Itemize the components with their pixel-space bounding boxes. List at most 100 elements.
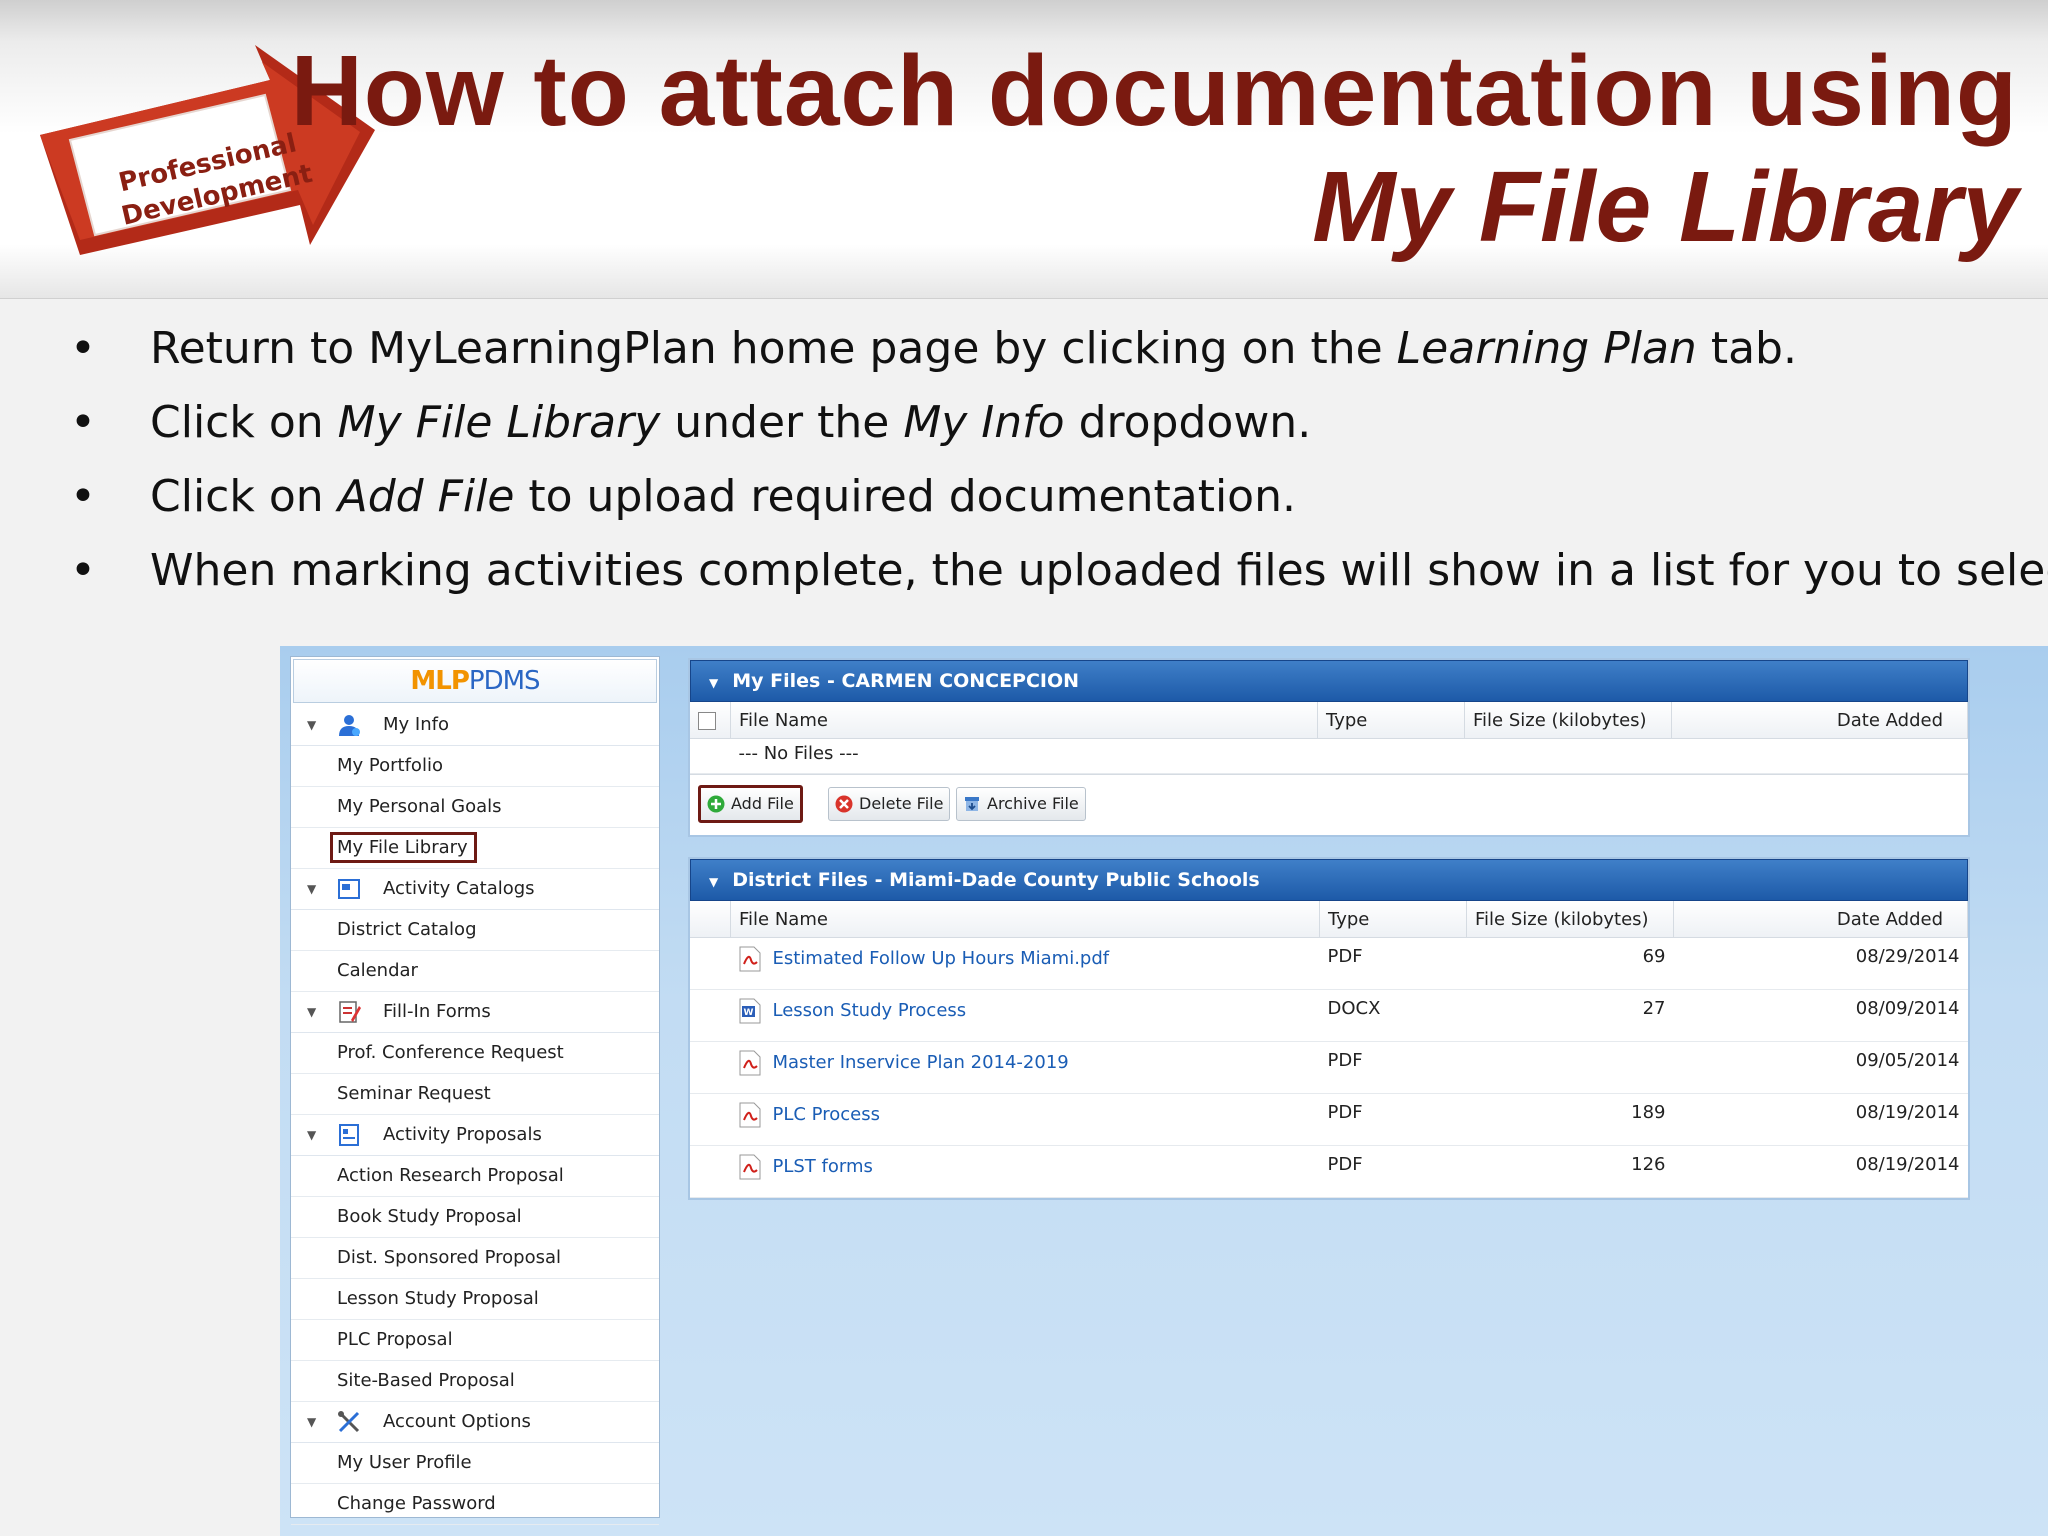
column-header-file-name[interactable]: File Name bbox=[730, 702, 1318, 739]
pdf-icon bbox=[739, 1050, 760, 1076]
nav-group-my-info[interactable]: ▼ My Info bbox=[291, 705, 659, 746]
table-row: W Lesson Study Process DOCX 27 08/09/2014 bbox=[690, 989, 1968, 1042]
archive-file-button[interactable]: Archive File bbox=[956, 787, 1086, 821]
add-icon bbox=[707, 795, 725, 813]
date-added-cell: 08/29/2014 bbox=[1673, 937, 1968, 990]
bullet-dot: • bbox=[70, 397, 96, 448]
bullet-dot: • bbox=[70, 471, 96, 522]
file-name-cell: W Lesson Study Process bbox=[730, 989, 1320, 1042]
expand-triangle-icon: ▼ bbox=[307, 718, 317, 732]
column-header-date-added[interactable]: Date Added bbox=[1671, 702, 1968, 739]
nav-group-activity-proposals[interactable]: ▼ Activity Proposals bbox=[291, 1115, 659, 1156]
file-name-cell: Master Inservice Plan 2014-2019 bbox=[730, 1041, 1320, 1094]
sidebar-item-book-study-proposal[interactable]: Book Study Proposal bbox=[291, 1197, 659, 1238]
file-link[interactable]: Lesson Study Process bbox=[773, 1000, 967, 1021]
district-files-table: File Name Type File Size (kilobytes) Dat… bbox=[690, 901, 1968, 1198]
file-link[interactable]: Master Inservice Plan 2014-2019 bbox=[773, 1052, 1069, 1073]
file-link[interactable]: Estimated Follow Up Hours Miami.pdf bbox=[773, 948, 1110, 969]
instruction-item: • Click on Add File to upload required do… bbox=[60, 466, 2020, 540]
file-size-cell: 189 bbox=[1466, 1093, 1674, 1146]
sidebar-item-my-user-profile[interactable]: My User Profile bbox=[291, 1443, 659, 1484]
file-type-cell: PDF bbox=[1319, 1145, 1467, 1198]
date-added-cell: 08/19/2014 bbox=[1673, 1145, 1968, 1198]
proposal-icon bbox=[339, 1124, 359, 1146]
file-size-cell bbox=[1466, 1041, 1674, 1094]
pdf-icon bbox=[739, 1154, 760, 1180]
pdf-icon bbox=[739, 946, 760, 972]
spacer-header bbox=[690, 901, 731, 938]
column-header-file-size[interactable]: File Size (kilobytes) bbox=[1466, 901, 1674, 938]
add-file-button[interactable]: Add File bbox=[698, 785, 803, 823]
select-all-header bbox=[690, 702, 731, 739]
sidebar-item-change-password[interactable]: Change Password bbox=[291, 1484, 659, 1525]
column-header-file-name[interactable]: File Name bbox=[730, 901, 1320, 938]
expand-triangle-icon: ▼ bbox=[307, 1415, 317, 1429]
sidebar-item-prof-conference-request[interactable]: Prof. Conference Request bbox=[291, 1033, 659, 1074]
sidebar-item-action-research-proposal[interactable]: Action Research Proposal bbox=[291, 1156, 659, 1197]
sidebar-item-seminar-request[interactable]: Seminar Request bbox=[291, 1074, 659, 1115]
instruction-item: • When marking activities complete, the u… bbox=[60, 540, 2048, 614]
delete-icon bbox=[835, 795, 853, 813]
column-header-file-size[interactable]: File Size (kilobytes) bbox=[1464, 702, 1672, 739]
nav-group-fill-in-forms[interactable]: ▼ Fill-In Forms bbox=[291, 992, 659, 1033]
sidebar-item-dist-sponsored-proposal[interactable]: Dist. Sponsored Proposal bbox=[291, 1238, 659, 1279]
slide-header: Professional Development How to attach d… bbox=[0, 0, 2048, 299]
column-header-type[interactable]: Type bbox=[1319, 901, 1467, 938]
date-added-cell: 08/19/2014 bbox=[1673, 1093, 1968, 1146]
table-row: Estimated Follow Up Hours Miami.pdf PDF … bbox=[690, 937, 1968, 990]
file-type-cell: PDF bbox=[1319, 1041, 1467, 1094]
instruction-list: • Return to MyLearningPlan home page by c… bbox=[60, 318, 2048, 614]
sidebar-item-my-file-library[interactable]: My File Library bbox=[291, 828, 659, 869]
sidebar-item-calendar[interactable]: Calendar bbox=[291, 951, 659, 992]
sidebar-item-my-personal-goals[interactable]: My Personal Goals bbox=[291, 787, 659, 828]
mlp-app-screenshot: MLPPDMS ▼ My Info My Portfolio My Person… bbox=[280, 646, 2048, 1536]
date-added-cell: 08/09/2014 bbox=[1673, 989, 1968, 1042]
file-link[interactable]: PLST forms bbox=[773, 1156, 873, 1177]
mlp-pdms-logo: MLPPDMS bbox=[293, 659, 657, 703]
archive-icon bbox=[965, 797, 979, 811]
file-actions-toolbar: Add File Delete File Archive File bbox=[690, 774, 1968, 835]
user-icon bbox=[339, 715, 360, 736]
no-files-message: --- No Files --- bbox=[730, 738, 1968, 774]
file-type-cell: PDF bbox=[1319, 937, 1467, 990]
delete-file-button[interactable]: Delete File bbox=[828, 787, 951, 821]
bullet-dot: • bbox=[70, 323, 96, 374]
file-link[interactable]: PLC Process bbox=[773, 1104, 880, 1125]
bullet-dot: • bbox=[70, 545, 96, 596]
date-added-cell: 09/05/2014 bbox=[1673, 1041, 1968, 1094]
file-size-cell: 69 bbox=[1466, 937, 1674, 990]
word-icon: W bbox=[739, 998, 760, 1024]
collapse-caret-icon: ▼ bbox=[709, 676, 719, 690]
sidebar-item-district-catalog[interactable]: District Catalog bbox=[291, 910, 659, 951]
table-row: PLST forms PDF 126 08/19/2014 bbox=[690, 1145, 1968, 1198]
district-files-panel: ▼ District Files - Miami-Dade County Publ… bbox=[688, 857, 1970, 1200]
instruction-item: • Return to MyLearningPlan home page by c… bbox=[60, 318, 2020, 392]
nav-group-account-options[interactable]: ▼ Account Options bbox=[291, 1402, 659, 1443]
slide-title-line2: My File Library bbox=[1312, 151, 2018, 263]
select-all-checkbox[interactable] bbox=[698, 711, 716, 730]
pdf-icon bbox=[739, 1102, 760, 1128]
file-name-cell: PLC Process bbox=[730, 1093, 1320, 1146]
sidebar-item-plc-proposal[interactable]: PLC Proposal bbox=[291, 1320, 659, 1361]
file-type-cell: PDF bbox=[1319, 1093, 1467, 1146]
my-files-panel-header[interactable]: ▼ My Files - CARMEN CONCEPCION bbox=[690, 660, 1968, 702]
nav-group-activity-catalogs[interactable]: ▼ Activity Catalogs bbox=[291, 869, 659, 910]
column-header-date-added[interactable]: Date Added bbox=[1673, 901, 1968, 938]
instruction-item: • Click on My File Library under the My I… bbox=[60, 392, 2020, 466]
sidebar-item-lesson-study-proposal[interactable]: Lesson Study Proposal bbox=[291, 1279, 659, 1320]
catalog-icon bbox=[338, 879, 360, 899]
sidebar-item-site-based-proposal[interactable]: Site-Based Proposal bbox=[291, 1361, 659, 1402]
sidebar-item-my-portfolio[interactable]: My Portfolio bbox=[291, 746, 659, 787]
table-row: Master Inservice Plan 2014-2019 PDF 09/0… bbox=[690, 1041, 1968, 1094]
file-name-cell: Estimated Follow Up Hours Miami.pdf bbox=[730, 937, 1320, 990]
column-header-type[interactable]: Type bbox=[1317, 702, 1465, 739]
expand-triangle-icon: ▼ bbox=[307, 882, 317, 896]
file-type-cell: DOCX bbox=[1319, 989, 1467, 1042]
collapse-caret-icon: ▼ bbox=[709, 875, 719, 889]
my-files-table: File Name Type File Size (kilobytes) Dat… bbox=[690, 702, 1968, 774]
my-files-panel: ▼ My Files - CARMEN CONCEPCION File Name … bbox=[688, 658, 1970, 837]
tools-icon bbox=[338, 1411, 360, 1433]
file-name-cell: PLST forms bbox=[730, 1145, 1320, 1198]
form-icon bbox=[339, 1001, 361, 1023]
district-files-panel-header[interactable]: ▼ District Files - Miami-Dade County Publ… bbox=[690, 859, 1968, 901]
